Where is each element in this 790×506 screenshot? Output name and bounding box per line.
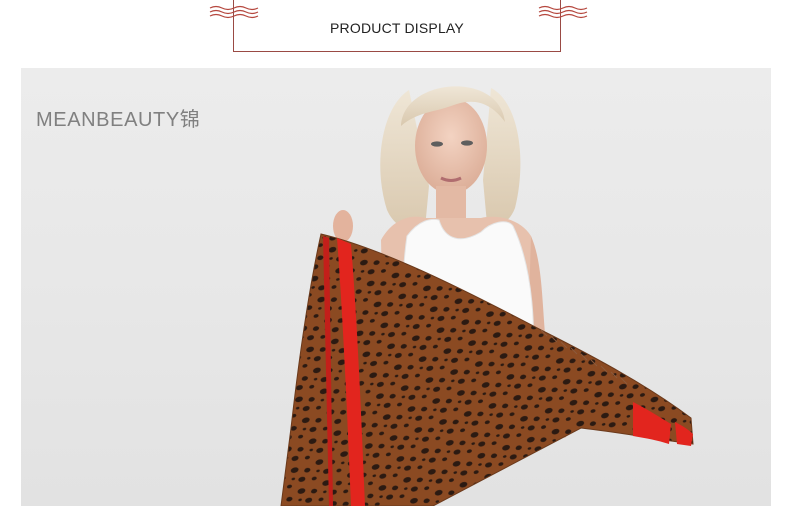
section-header: PRODUCT DISPLAY <box>0 0 790 60</box>
model-illustration <box>280 86 694 506</box>
title-frame: PRODUCT DISPLAY <box>233 0 561 52</box>
section-title: PRODUCT DISPLAY <box>330 20 464 36</box>
wave-ornament-icon <box>538 5 588 19</box>
brand-watermark: MEANBEAUTY锦 <box>36 109 201 131</box>
product-photo: MEANBEAUTY锦 <box>21 68 771 506</box>
